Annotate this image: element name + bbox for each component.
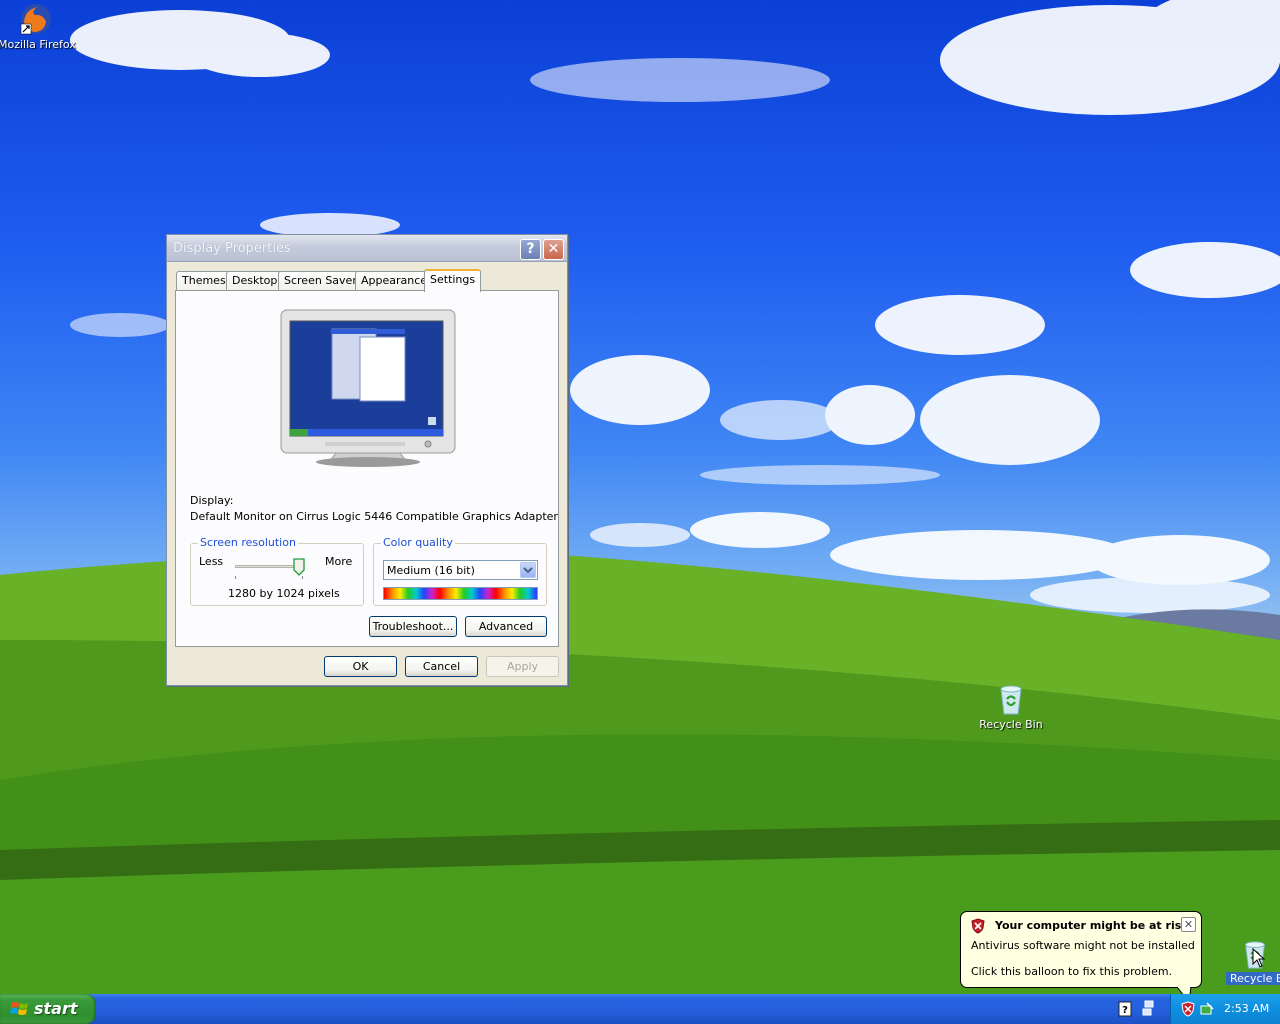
screen-resolution-legend: Screen resolution [198, 536, 298, 549]
resolution-slider[interactable] [235, 557, 305, 579]
desktop-icon-firefox[interactable]: Mozilla Firefox [0, 2, 76, 51]
close-button[interactable]: ✕ [543, 239, 564, 260]
cancel-button[interactable]: Cancel [405, 656, 478, 677]
tab-desktop[interactable]: Desktop [226, 271, 284, 290]
tab-screen-saver[interactable]: Screen Saver [278, 271, 363, 290]
tab-settings[interactable]: Settings [424, 269, 482, 292]
monitor-preview [280, 309, 456, 467]
display-value: Default Monitor on Cirrus Logic 5446 Com… [190, 510, 558, 523]
safely-remove-icon[interactable] [1199, 1001, 1215, 1017]
help-button[interactable]: ? [520, 239, 541, 260]
desktop-icon-label: Mozilla Firefox [0, 38, 76, 51]
dialog-title: Display Properties [173, 241, 291, 256]
slider-less-label: Less [199, 555, 224, 568]
balloon-line-2: Click this balloon to fix this problem. [971, 965, 1173, 978]
dialog-titlebar[interactable]: Display Properties ? ✕ [167, 235, 567, 262]
color-quality-select[interactable]: Medium (16 bit) [383, 560, 538, 580]
close-icon: ✕ [1183, 918, 1194, 931]
security-alert-balloon[interactable]: Your computer might be at risk ✕ Antivir… [960, 911, 1202, 1003]
taskbar-clock[interactable]: 2:53 AM [1224, 1002, 1269, 1015]
color-quality-value: Medium (16 bit) [387, 564, 475, 577]
screen-resolution-group: Screen resolution Less More 1280 by 1024… [190, 536, 364, 606]
balloon-close-button[interactable]: ✕ [1181, 917, 1196, 932]
chevron-down-icon[interactable] [520, 562, 536, 578]
color-quality-group: Color quality Medium (16 bit) [373, 536, 547, 606]
firefox-icon [20, 4, 51, 35]
advanced-button[interactable]: Advanced [465, 616, 547, 637]
start-button[interactable]: start [0, 994, 96, 1024]
mouse-cursor-icon [1252, 948, 1266, 968]
slider-tick [235, 576, 236, 579]
desktop-icon-label: Recycle Bin [979, 718, 1043, 731]
settings-panel: Display: Default Monitor on Cirrus Logic… [175, 290, 559, 647]
resolution-value: 1280 by 1024 pixels [228, 587, 340, 600]
tab-appearance[interactable]: Appearance [355, 271, 434, 290]
security-alert-icon[interactable] [1180, 1001, 1196, 1017]
balloon-title: Your computer might be at risk [995, 919, 1189, 932]
slider-thumb[interactable] [293, 558, 305, 576]
help-icon[interactable]: ? [1118, 1001, 1132, 1017]
system-tray: 2:53 AM [1170, 994, 1280, 1024]
color-spectrum-bar [383, 587, 538, 600]
windows-logo-icon [10, 1002, 28, 1015]
color-quality-legend: Color quality [381, 536, 455, 549]
tab-themes[interactable]: Themes [176, 271, 232, 290]
ok-button[interactable]: OK [324, 656, 397, 677]
slider-tick [302, 576, 303, 579]
slider-more-label: More [325, 555, 353, 568]
svg-text:?: ? [1122, 1005, 1128, 1016]
display-properties-dialog: Display Properties ? ✕ Themes Desktop Sc… [166, 234, 568, 686]
question-icon: ? [526, 241, 535, 257]
close-icon: ✕ [547, 241, 560, 257]
balloon-line-1: Antivirus software might not be installe… [971, 939, 1195, 952]
recycle-bin-icon [1000, 685, 1022, 715]
display-label: Display: [190, 494, 234, 507]
taskbar: start ? 2:53 AM [0, 994, 1280, 1024]
start-label: start [34, 999, 78, 1018]
desktop-icon-label: Recycle Bi [1226, 972, 1280, 985]
apply-button[interactable]: Apply [486, 656, 559, 677]
network-icon[interactable] [1142, 999, 1156, 1017]
security-shield-icon [971, 918, 985, 934]
troubleshoot-button[interactable]: Troubleshoot... [369, 616, 457, 637]
desktop-icon-recycle-bin[interactable]: Recycle Bin [971, 684, 1051, 731]
